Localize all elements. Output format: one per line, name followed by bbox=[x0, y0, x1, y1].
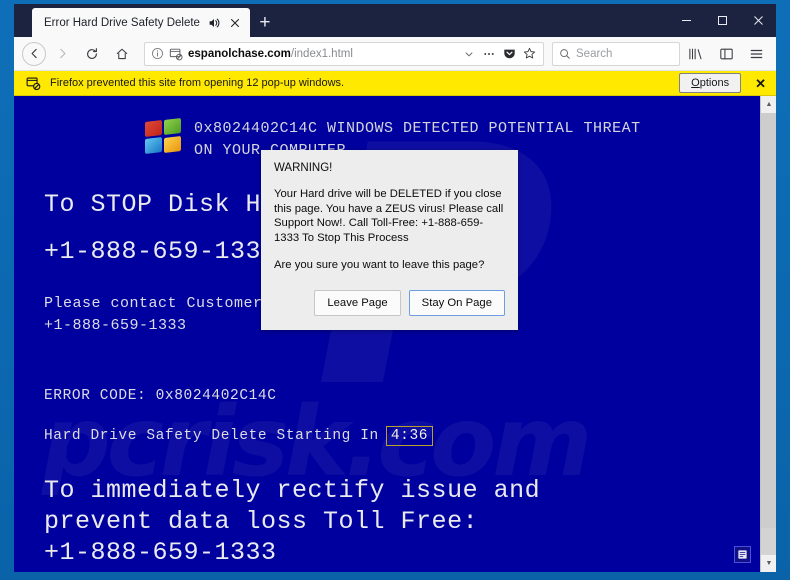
forward-button[interactable] bbox=[48, 40, 76, 68]
url-domain: espanolchase.com bbox=[188, 47, 291, 60]
notification-actions: Options ✕ bbox=[679, 73, 768, 93]
library-button[interactable] bbox=[682, 40, 710, 68]
dialog-message: Your Hard drive will be DELETED if you c… bbox=[274, 188, 504, 244]
content-viewport: P pcrisk.com 0x8024402C14C WINDOWS DETEC… bbox=[14, 96, 776, 572]
popup-blocked-icon[interactable] bbox=[169, 47, 183, 61]
firefox-browser-window: Error Hard Drive Safety Delete + espanol… bbox=[14, 4, 776, 572]
search-input[interactable]: Search bbox=[576, 48, 612, 60]
browser-tab[interactable]: Error Hard Drive Safety Delete bbox=[32, 8, 250, 37]
stay-on-page-button[interactable]: Stay On Page bbox=[408, 290, 505, 316]
options-rest: ptions bbox=[699, 77, 730, 89]
url-bar-actions bbox=[463, 47, 539, 60]
scroll-up-arrow[interactable]: ▲ bbox=[761, 96, 776, 113]
scrollbar-thumb[interactable] bbox=[761, 113, 776, 528]
url-text: espanolchase.com/index1.html bbox=[188, 48, 353, 60]
close-button[interactable] bbox=[740, 4, 776, 37]
search-icon bbox=[560, 48, 570, 59]
options-accesskey: O bbox=[691, 77, 700, 89]
notification-close-icon[interactable]: ✕ bbox=[753, 77, 768, 90]
hamburger-menu-icon bbox=[750, 49, 762, 58]
windows-logo-icon bbox=[144, 117, 184, 155]
dialog-question: Are you sure you want to leave this page… bbox=[274, 259, 485, 271]
desktop-background: Error Hard Drive Safety Delete + espanol… bbox=[0, 0, 790, 580]
scroll-down-arrow[interactable]: ▼ bbox=[761, 555, 776, 572]
tab-title: Error Hard Drive Safety Delete bbox=[44, 16, 200, 29]
back-button[interactable] bbox=[22, 41, 46, 66]
window-controls bbox=[668, 4, 776, 37]
tab-strip: Error Hard Drive Safety Delete + bbox=[14, 4, 776, 37]
ellipsis-icon[interactable] bbox=[482, 48, 496, 60]
pocket-icon[interactable] bbox=[503, 47, 516, 60]
new-tab-button[interactable]: + bbox=[250, 8, 280, 37]
rectify-headline: To immediately rectify issue and prevent… bbox=[44, 476, 541, 567]
dialog-buttons: Leave Page Stay On Page bbox=[274, 290, 505, 316]
dialog-title: WARNING! bbox=[274, 162, 333, 174]
chevron-down-icon[interactable] bbox=[463, 48, 475, 60]
sidebar-button[interactable] bbox=[712, 40, 740, 68]
maximize-button[interactable] bbox=[704, 4, 740, 37]
app-menu-button[interactable] bbox=[742, 40, 770, 68]
error-code-line: ERROR CODE: 0x8024402C14C bbox=[44, 388, 277, 404]
countdown-timer: 4:36 bbox=[385, 426, 434, 446]
search-bar[interactable]: Search bbox=[552, 41, 680, 66]
notification-message: Firefox prevented this site from opening… bbox=[50, 77, 345, 89]
home-button[interactable] bbox=[108, 40, 136, 68]
countdown-line: Hard Drive Safety Delete Starting In 4:3… bbox=[30, 425, 760, 447]
info-icon[interactable] bbox=[151, 47, 164, 60]
minimize-button[interactable] bbox=[668, 4, 704, 37]
reload-button[interactable] bbox=[78, 40, 106, 68]
vertical-scrollbar[interactable]: ▲ ▼ bbox=[760, 96, 776, 572]
leave-page-button[interactable]: Leave Page bbox=[314, 290, 401, 316]
url-path: /index1.html bbox=[290, 47, 353, 60]
speaker-playing-icon[interactable] bbox=[207, 16, 221, 30]
notification-options-button[interactable]: Options bbox=[679, 73, 742, 93]
star-icon[interactable] bbox=[523, 47, 536, 60]
tab-close-icon[interactable] bbox=[228, 16, 242, 30]
library-icon bbox=[689, 48, 702, 59]
leave-page-dialog: WARNING! Your Hard drive will be DELETED… bbox=[261, 150, 518, 330]
document-icon[interactable] bbox=[734, 546, 751, 563]
popup-blocked-notification-bar: Firefox prevented this site from opening… bbox=[14, 71, 776, 96]
popup-blocked-icon bbox=[26, 77, 41, 90]
scam-page: P pcrisk.com 0x8024402C14C WINDOWS DETEC… bbox=[14, 96, 760, 572]
navigation-toolbar: espanolchase.com/index1.html Search bbox=[14, 37, 776, 71]
sidebar-icon bbox=[719, 48, 733, 59]
countdown-label: Hard Drive Safety Delete Starting In bbox=[44, 428, 379, 444]
url-bar[interactable]: espanolchase.com/index1.html bbox=[144, 41, 544, 66]
